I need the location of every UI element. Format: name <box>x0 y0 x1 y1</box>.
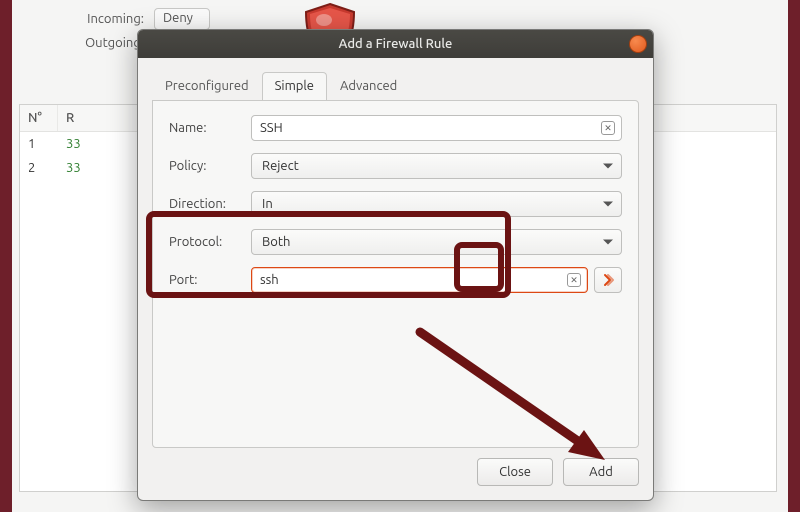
protocol-select[interactable]: Both <box>251 229 622 255</box>
tab-advanced[interactable]: Advanced <box>327 72 410 101</box>
chevron-down-icon <box>603 240 613 245</box>
incoming-select[interactable]: Deny <box>154 8 210 30</box>
name-input-value: SSH <box>260 121 283 135</box>
close-icon[interactable] <box>629 35 647 53</box>
port-input[interactable]: ssh ✕ <box>251 267 588 293</box>
clear-icon[interactable]: ✕ <box>601 121 615 135</box>
expand-button[interactable] <box>594 267 622 293</box>
tab-simple[interactable]: Simple <box>262 72 327 101</box>
cell-no: 1 <box>20 132 58 156</box>
name-input[interactable]: SSH ✕ <box>251 115 622 141</box>
protocol-label: Protocol: <box>169 235 241 249</box>
policy-label: Policy: <box>169 159 241 173</box>
incoming-label: Incoming: <box>72 12 144 26</box>
incoming-value: Deny <box>163 11 193 25</box>
direction-label: Direction: <box>169 197 241 211</box>
tab-row: Preconfigured Simple Advanced <box>138 58 653 100</box>
outgoing-label: Outgoing: <box>72 36 144 50</box>
chevron-right-icon <box>601 273 615 287</box>
clear-icon[interactable]: ✕ <box>567 273 581 287</box>
dialog-title: Add a Firewall Rule <box>339 37 453 51</box>
chevron-down-icon <box>603 202 613 207</box>
port-label: Port: <box>169 273 241 287</box>
add-button[interactable]: Add <box>563 458 639 486</box>
port-input-value: ssh <box>260 273 279 287</box>
col-header-no[interactable]: N° <box>20 105 58 131</box>
close-button[interactable]: Close <box>477 458 553 486</box>
tab-preconfigured[interactable]: Preconfigured <box>152 72 262 101</box>
dialog-titlebar[interactable]: Add a Firewall Rule <box>138 30 653 58</box>
policy-select[interactable]: Reject <box>251 153 622 179</box>
direction-value: In <box>262 197 273 211</box>
dialog-footer: Close Add <box>138 448 653 500</box>
chevron-down-icon <box>603 164 613 169</box>
protocol-value: Both <box>262 235 290 249</box>
direction-select[interactable]: In <box>251 191 622 217</box>
name-label: Name: <box>169 121 241 135</box>
firewall-rule-dialog: Add a Firewall Rule Preconfigured Simple… <box>137 29 654 501</box>
policy-value: Reject <box>262 159 299 173</box>
tab-pane-simple: Name: SSH ✕ Policy: Reject <box>152 100 639 448</box>
cell-no: 2 <box>20 156 58 180</box>
